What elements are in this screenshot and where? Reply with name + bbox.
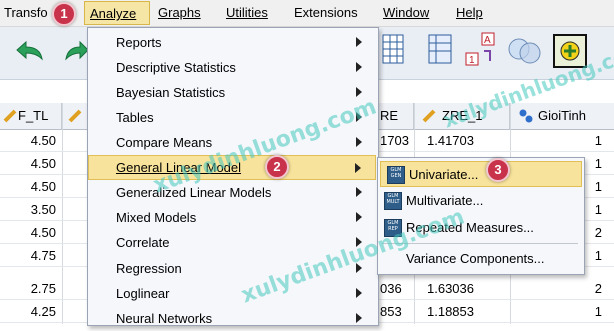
column-header-f-tl[interactable]: F_TL bbox=[0, 103, 62, 129]
glm-submenu: GLM GEN Univariate... GLM MULT Multivari… bbox=[377, 157, 585, 275]
menu-item-descriptive-statistics[interactable]: Descriptive Statistics bbox=[88, 55, 376, 80]
svg-text:1: 1 bbox=[469, 55, 475, 66]
menu-utilities[interactable]: Utilities bbox=[226, 5, 268, 20]
cell-f-tl[interactable]: 2.75 bbox=[31, 281, 56, 296]
cell-f-tl[interactable]: 3.50 bbox=[31, 202, 56, 217]
cell-gioitinh[interactable]: 1 bbox=[595, 202, 602, 217]
step-badge-2: 2 bbox=[265, 155, 289, 179]
svg-text:A: A bbox=[484, 35, 491, 46]
submenu-arrow-icon bbox=[355, 163, 361, 173]
menu-item-mixed-models[interactable]: Mixed Models bbox=[88, 205, 376, 230]
cell-gioitinh[interactable]: 1 bbox=[595, 304, 602, 319]
ruler-icon bbox=[68, 109, 82, 123]
cell-f-tl[interactable]: 4.50 bbox=[31, 225, 56, 240]
submenu-arrow-icon bbox=[356, 313, 362, 323]
submenu-arrow-icon bbox=[356, 288, 362, 298]
cell-re[interactable]: 853 bbox=[380, 304, 402, 319]
menu-item-univariate[interactable]: GLM GEN Univariate... bbox=[380, 161, 582, 187]
menu-analyze[interactable]: Analyze bbox=[84, 1, 150, 25]
menu-item-reports[interactable]: Reports bbox=[88, 30, 376, 55]
ruler-icon bbox=[422, 109, 436, 123]
venn-circles-icon[interactable] bbox=[506, 35, 544, 70]
glm-univariate-icon: GLM GEN bbox=[387, 166, 405, 184]
menu-item-bayesian-statistics[interactable]: Bayesian Statistics bbox=[88, 80, 376, 105]
menu-item-neural-networks[interactable]: Neural Networks bbox=[88, 306, 376, 331]
cell-gioitinh[interactable]: 1 bbox=[595, 248, 602, 263]
column-header-re[interactable]: RE bbox=[378, 103, 414, 129]
cell-f-tl[interactable]: 4.50 bbox=[31, 133, 56, 148]
menu-window[interactable]: Window bbox=[383, 5, 429, 20]
cell-zre-1[interactable]: 1.41703 bbox=[427, 133, 474, 148]
submenu-arrow-icon bbox=[356, 187, 362, 197]
cell-zre-1[interactable]: 1.18853 bbox=[427, 304, 474, 319]
menu-item-multivariate[interactable]: GLM MULT Multivariate... bbox=[378, 188, 582, 213]
cell-gioitinh[interactable]: 2 bbox=[595, 281, 602, 296]
menu-help[interactable]: Help bbox=[456, 5, 483, 20]
submenu-arrow-icon bbox=[356, 137, 362, 147]
glm-multivariate-icon: GLM MULT bbox=[384, 192, 402, 210]
nominal-icon bbox=[519, 109, 533, 123]
cell-f-tl[interactable]: 4.50 bbox=[31, 179, 56, 194]
cell-f-tl[interactable]: 4.25 bbox=[31, 304, 56, 319]
cell-gioitinh[interactable]: 1 bbox=[595, 156, 602, 171]
menu-graphs[interactable]: Graphs bbox=[158, 5, 201, 20]
analyze-menu: Reports Descriptive Statistics Bayesian … bbox=[87, 27, 379, 326]
submenu-arrow-icon bbox=[356, 62, 362, 72]
undo-icon[interactable] bbox=[14, 39, 48, 66]
submenu-arrow-icon bbox=[356, 87, 362, 97]
submenu-arrow-icon bbox=[356, 37, 362, 47]
menu-extensions[interactable]: Extensions bbox=[294, 5, 358, 20]
cell-f-tl[interactable]: 4.50 bbox=[31, 156, 56, 171]
submenu-arrow-icon bbox=[356, 212, 362, 222]
menu-item-generalized-linear-models[interactable]: Generalized Linear Models bbox=[88, 180, 376, 205]
cell-gioitinh[interactable]: 1 bbox=[595, 179, 602, 194]
cell-re[interactable]: 1703 bbox=[380, 133, 409, 148]
variables-grid-icon[interactable] bbox=[382, 34, 404, 67]
ruler-icon bbox=[3, 109, 17, 123]
menu-transform[interactable]: Transfo bbox=[4, 5, 48, 20]
table-icon[interactable] bbox=[428, 34, 452, 67]
value-labels-icon[interactable]: A1 bbox=[462, 31, 500, 72]
menu-item-loglinear[interactable]: Loglinear bbox=[88, 281, 376, 306]
cell-f-tl[interactable]: 4.75 bbox=[31, 248, 56, 263]
redo-icon[interactable] bbox=[64, 39, 89, 66]
menu-item-variance-components[interactable]: Variance Components... bbox=[378, 246, 582, 271]
cell-zre-1[interactable]: 1.63036 bbox=[427, 281, 474, 296]
step-badge-3: 3 bbox=[486, 158, 510, 182]
menu-bar: Transfo Analyze Graphs Utilities Extensi… bbox=[0, 0, 614, 27]
column-header-gioitinh[interactable]: GioiTinh bbox=[510, 103, 614, 129]
cell-re[interactable]: 036 bbox=[380, 281, 402, 296]
step-badge-1: 1 bbox=[52, 2, 76, 26]
column-header-hidden[interactable] bbox=[62, 103, 90, 129]
cell-gioitinh[interactable]: 2 bbox=[595, 225, 602, 240]
cell-gioitinh[interactable]: 1 bbox=[595, 133, 602, 148]
